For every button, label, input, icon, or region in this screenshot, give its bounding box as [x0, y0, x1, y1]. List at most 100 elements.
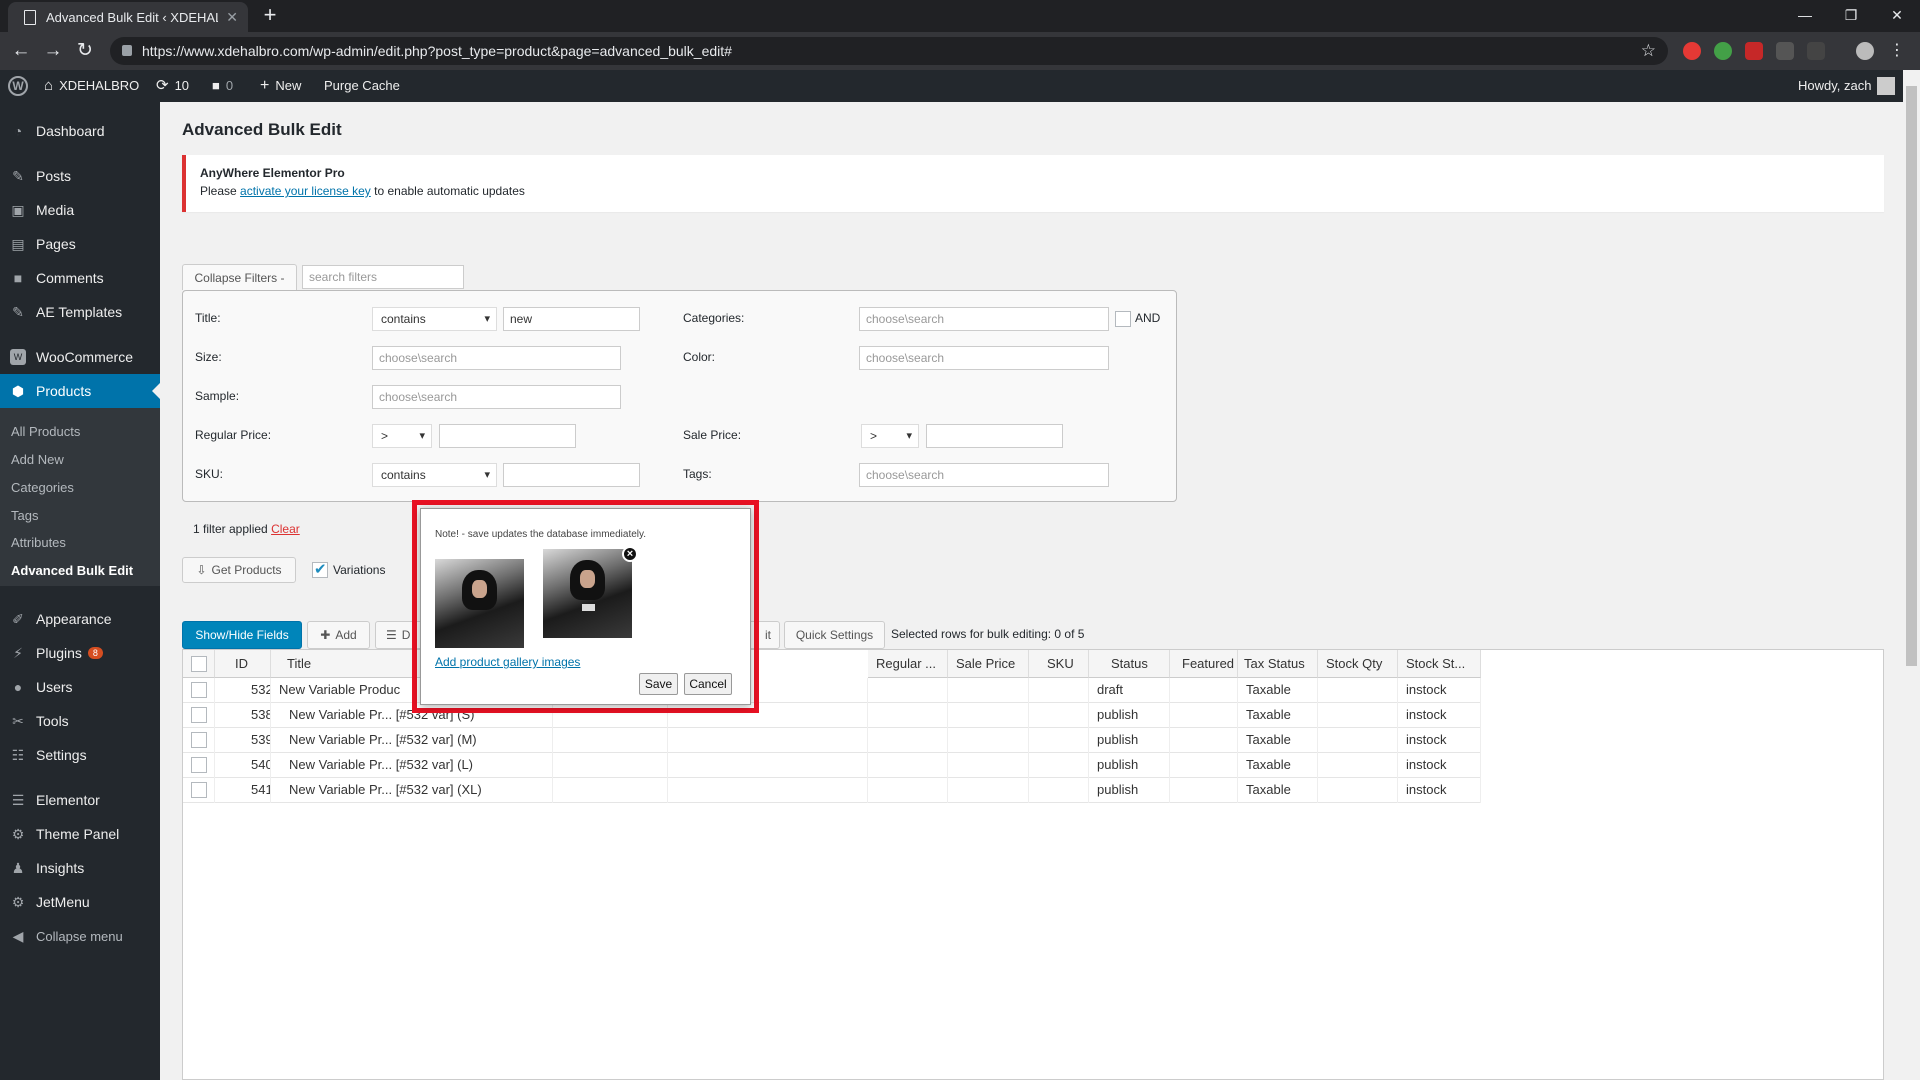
cell-title[interactable]: New Variable Pr... [#532 var] (L) — [271, 753, 553, 778]
cell-id[interactable]: 538 — [215, 703, 271, 728]
row-checkbox[interactable] — [191, 682, 207, 698]
cell-stock[interactable]: instock — [1398, 703, 1481, 728]
table-row[interactable]: 539 New Variable Pr... [#532 var] (M) publ… — [183, 728, 1481, 753]
sidebar-item-products[interactable]: ⬢ Products — [0, 374, 160, 408]
select-all-checkbox[interactable] — [191, 656, 207, 672]
cell-empty[interactable] — [1029, 728, 1089, 753]
cell-empty[interactable] — [1318, 678, 1398, 703]
cell-stock[interactable]: instock — [1398, 728, 1481, 753]
sidebar-item-comments[interactable]: ■ Comments — [0, 261, 160, 295]
row-checkbox[interactable] — [191, 707, 207, 723]
table-row[interactable]: 538 New Variable Pr... [#532 var] (S) publ… — [183, 703, 1481, 728]
cell-id[interactable]: 539 — [215, 728, 271, 753]
minimize-button[interactable]: — — [1782, 0, 1828, 30]
clear-filters-link[interactable]: Clear — [271, 522, 300, 536]
sidebar-item-jetmenu[interactable]: ⚙ JetMenu — [0, 885, 160, 919]
title-operator-select[interactable]: contains — [372, 307, 497, 331]
cell-empty[interactable] — [948, 753, 1029, 778]
row-checkbox[interactable] — [191, 782, 207, 798]
cell-id[interactable]: 540 — [215, 753, 271, 778]
col-status[interactable]: Status — [1089, 650, 1170, 678]
table-row[interactable]: 540 New Variable Pr... [#532 var] (L) publ… — [183, 753, 1481, 778]
forward-button[interactable]: → — [40, 38, 66, 64]
sidebar-item-media[interactable]: ▣ Media — [0, 193, 160, 227]
gallery-image-thumbnail[interactable] — [543, 549, 632, 638]
sidebar-item-theme-panel[interactable]: ⚙ Theme Panel — [0, 817, 160, 851]
sidebar-item-dashboard[interactable]: ◔ Dashboard — [0, 114, 160, 148]
site-name-link[interactable]: ⌂ XDEHALBRO — [44, 70, 139, 102]
cell-status[interactable]: draft — [1089, 678, 1170, 703]
cell-tax[interactable]: Taxable — [1238, 728, 1318, 753]
col-stock-status[interactable]: Stock St... — [1398, 650, 1481, 678]
cell-title[interactable]: New Variable Pr... [#532 var] (M) — [271, 728, 553, 753]
cell-empty[interactable] — [1318, 753, 1398, 778]
profile-icon[interactable] — [1856, 42, 1874, 60]
add-gallery-images-link[interactable]: Add product gallery images — [435, 655, 580, 669]
cell-empty[interactable] — [1170, 753, 1238, 778]
updates-link[interactable]: ⟳ 10 — [156, 70, 189, 102]
cell-empty[interactable] — [1170, 778, 1238, 803]
sale-price-input[interactable] — [926, 424, 1063, 448]
cell-empty[interactable] — [948, 728, 1029, 753]
submenu-categories[interactable]: Categories — [11, 480, 74, 495]
cell-id[interactable]: 541 — [215, 778, 271, 803]
cell-empty[interactable] — [553, 778, 668, 803]
back-button[interactable]: ← — [8, 38, 34, 64]
sidebar-item-woocommerce[interactable]: W WooCommerce — [0, 340, 160, 374]
sidebar-item-insights[interactable]: ♟ Insights — [0, 851, 160, 885]
col-stock-qty[interactable]: Stock Qty — [1318, 650, 1398, 678]
sidebar-item-posts[interactable]: ✎ Posts — [0, 159, 160, 193]
cell-stock[interactable]: instock — [1398, 753, 1481, 778]
cell-tax[interactable]: Taxable — [1238, 778, 1318, 803]
extension-icon[interactable] — [1683, 42, 1701, 60]
scrollbar-thumb[interactable] — [1906, 86, 1917, 666]
sidebar-item-tools[interactable]: ✂ Tools — [0, 704, 160, 738]
cell-tax[interactable]: Taxable — [1238, 678, 1318, 703]
sidebar-item-users[interactable]: ● Users — [0, 670, 160, 704]
cell-stock[interactable]: instock — [1398, 778, 1481, 803]
tags-input[interactable]: choose\search — [859, 463, 1109, 487]
cell-status[interactable]: publish — [1089, 753, 1170, 778]
show-hide-fields-button[interactable]: Show/Hide Fields — [182, 621, 302, 649]
new-tab-button[interactable]: + — [258, 4, 282, 28]
close-window-button[interactable]: ✕ — [1874, 0, 1920, 30]
and-checkbox[interactable] — [1115, 311, 1131, 327]
get-products-button[interactable]: ⇩ Get Products — [182, 557, 296, 583]
page-scrollbar[interactable] — [1903, 70, 1920, 1080]
collapse-menu-button[interactable]: ◀ Collapse menu — [0, 919, 160, 953]
table-row[interactable]: 541 New Variable Pr... [#532 var] (XL) pub… — [183, 778, 1481, 803]
cell-empty[interactable] — [868, 778, 948, 803]
browser-tab[interactable]: Advanced Bulk Edit ‹ XDEHALBRO ✕ — [8, 2, 248, 32]
cell-title[interactable]: New Variable Pr... [#532 var] (XL) — [271, 778, 553, 803]
row-select-cell[interactable] — [183, 753, 215, 778]
bookmark-star-icon[interactable]: ☆ — [1641, 37, 1656, 65]
size-input[interactable]: choose\search — [372, 346, 621, 370]
submenu-advanced-bulk-edit[interactable]: Advanced Bulk Edit — [11, 563, 133, 578]
sidebar-item-plugins[interactable]: ⚡ Plugins 8 — [0, 636, 160, 670]
sku-input[interactable] — [503, 463, 640, 487]
sidebar-item-ae-templates[interactable]: ✎ AE Templates — [0, 295, 160, 329]
cell-empty[interactable] — [948, 778, 1029, 803]
submenu-tags[interactable]: Tags — [11, 508, 38, 523]
cell-empty[interactable] — [1170, 678, 1238, 703]
row-checkbox[interactable] — [191, 757, 207, 773]
cell-cat[interactable] — [668, 778, 868, 803]
col-tax-status[interactable]: Tax Status — [1238, 650, 1318, 678]
cell-empty[interactable] — [1318, 728, 1398, 753]
cell-status[interactable]: publish — [1089, 778, 1170, 803]
color-input[interactable]: choose\search — [859, 346, 1109, 370]
extension-icon[interactable] — [1745, 42, 1763, 60]
cancel-button[interactable]: Cancel — [684, 673, 732, 695]
table-row[interactable]: 532New Variable ProducALBROdraftTaxablei… — [183, 678, 1481, 703]
cell-cat[interactable] — [668, 753, 868, 778]
cell-empty[interactable] — [868, 678, 948, 703]
extension-icon[interactable] — [1776, 42, 1794, 60]
cell-empty[interactable] — [1029, 753, 1089, 778]
submenu-all-products[interactable]: All Products — [11, 424, 80, 439]
cell-empty[interactable] — [1170, 728, 1238, 753]
cell-empty[interactable] — [1318, 778, 1398, 803]
regular-price-input[interactable] — [439, 424, 576, 448]
cell-empty[interactable] — [1318, 703, 1398, 728]
extension-icon[interactable] — [1807, 42, 1825, 60]
reload-button[interactable]: ↻ — [72, 38, 98, 64]
